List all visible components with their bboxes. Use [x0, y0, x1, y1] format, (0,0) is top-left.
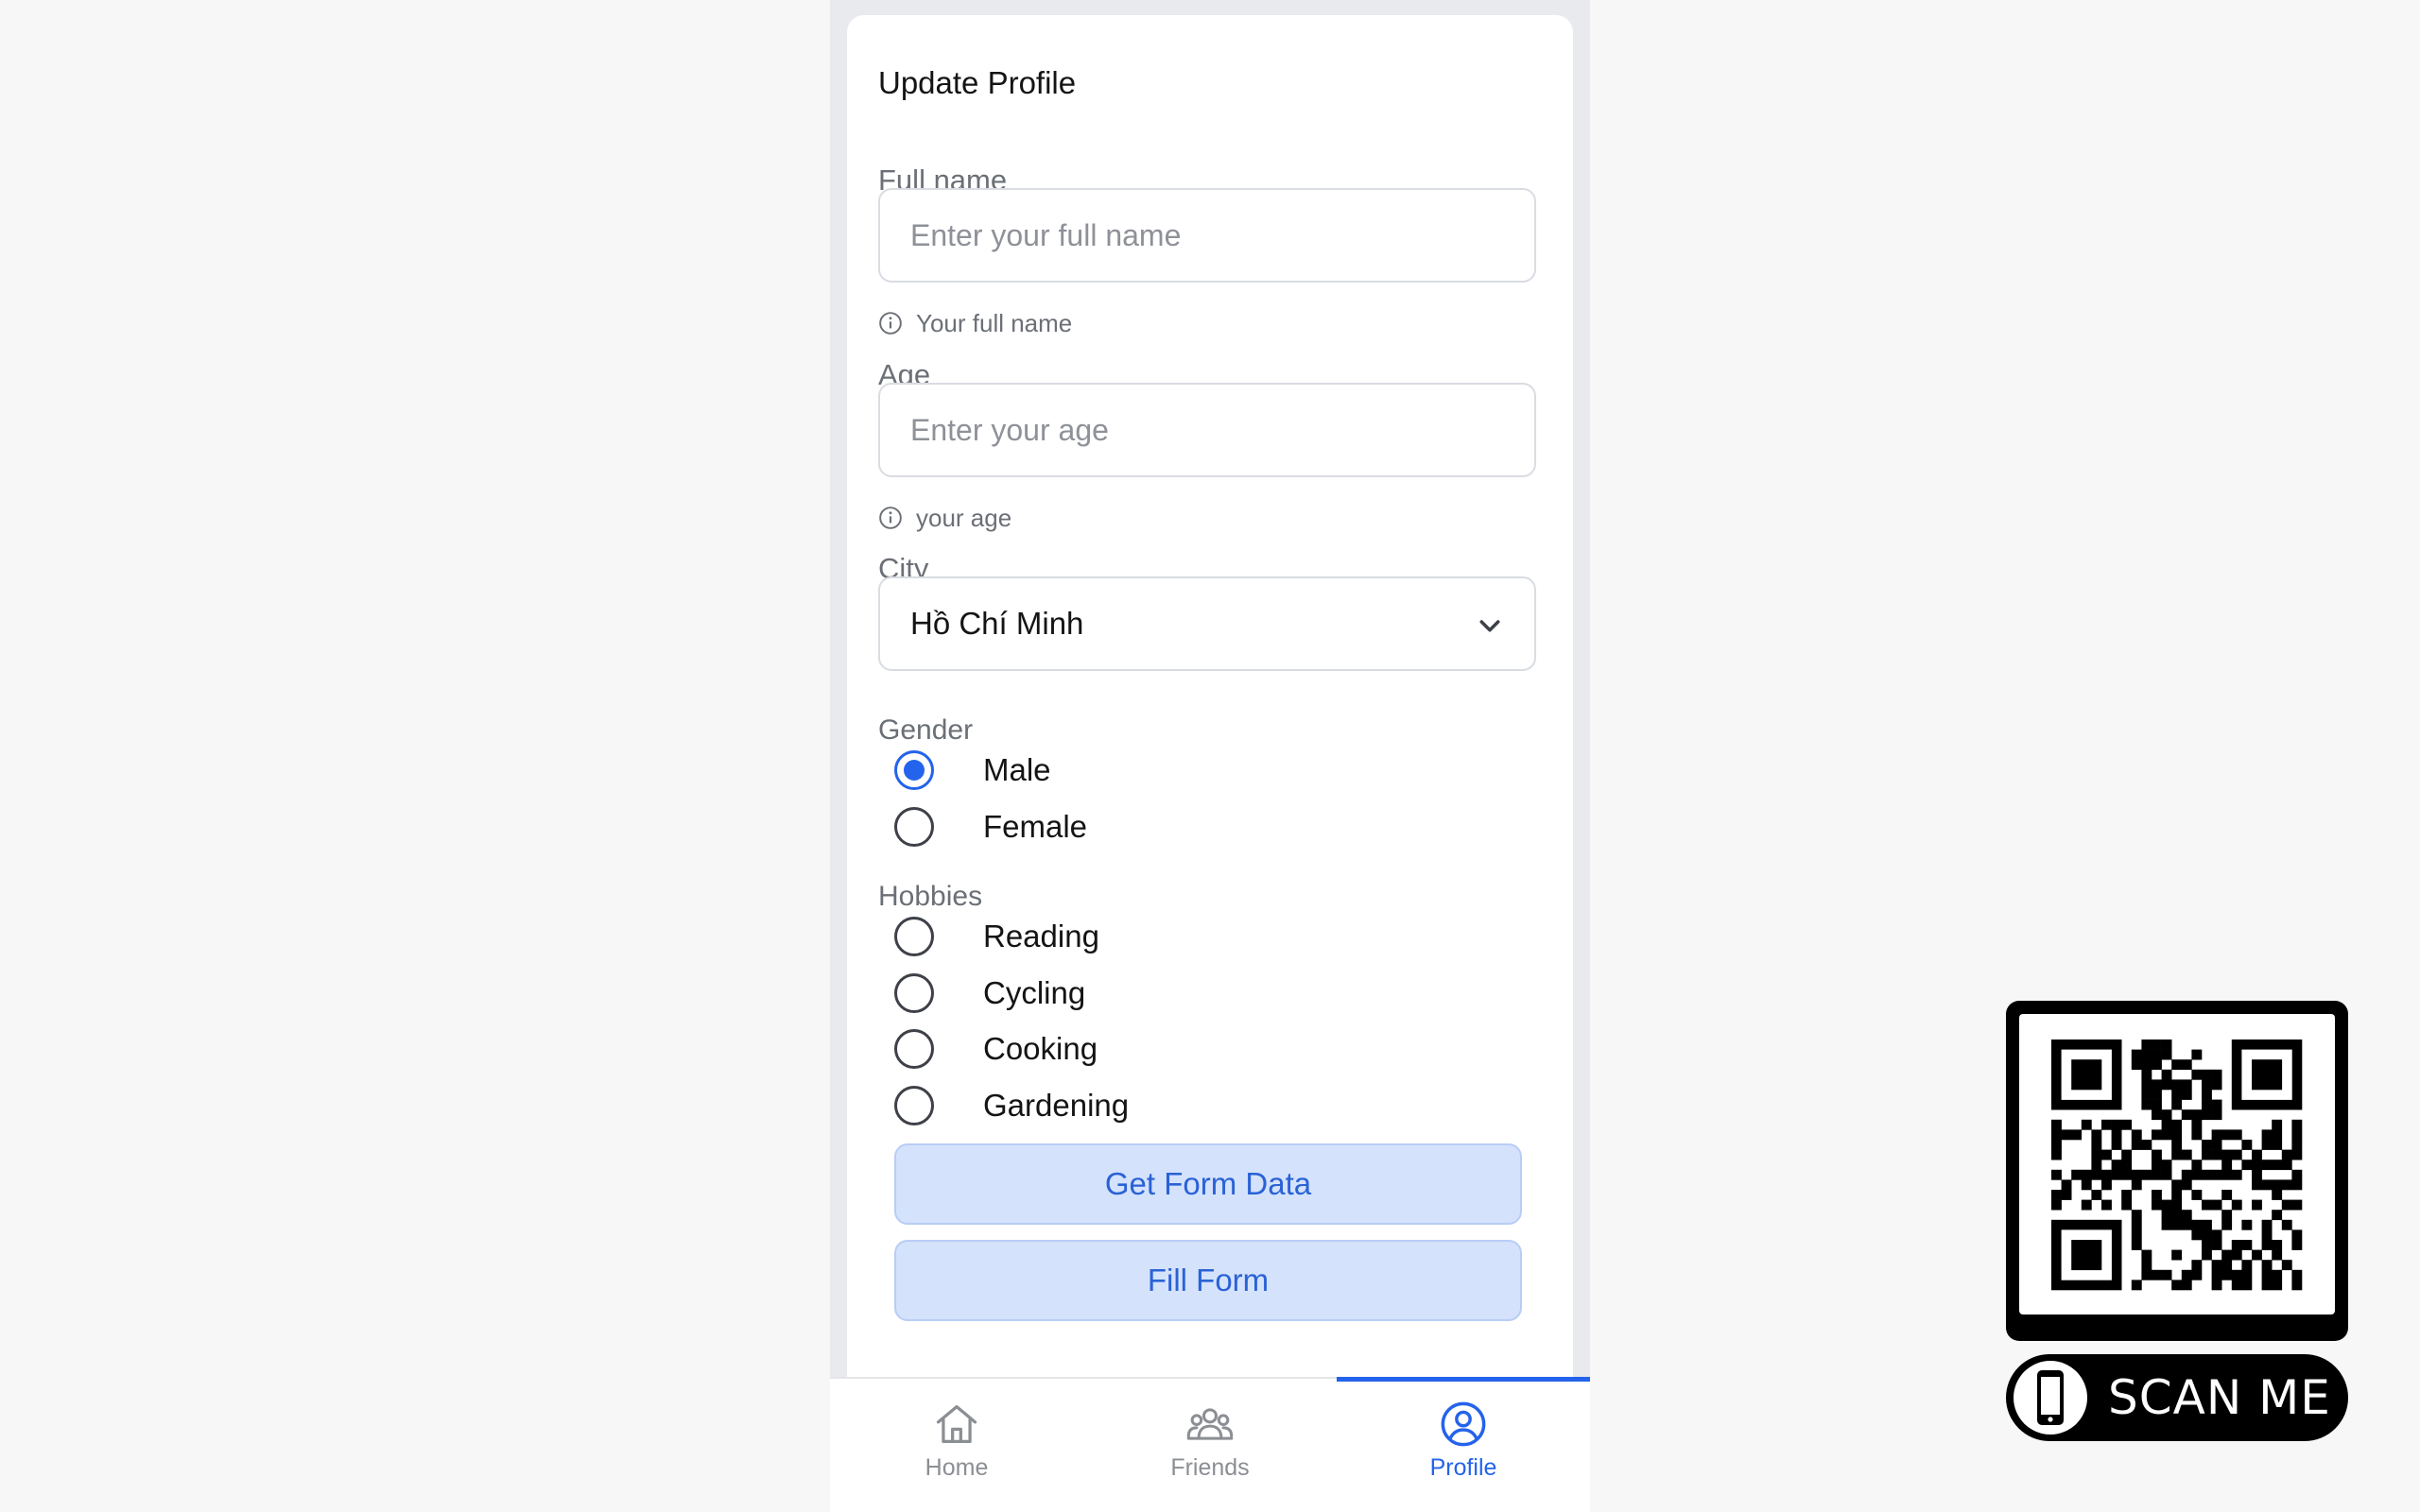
radio-button[interactable]: [894, 750, 934, 790]
nav-label: Profile: [1429, 1454, 1497, 1481]
city-selected-value: Hồ Chí Minh: [910, 606, 1084, 641]
radio-button[interactable]: [894, 1086, 934, 1125]
city-select[interactable]: Hồ Chí Minh: [878, 576, 1536, 671]
hobby-option-reading[interactable]: Reading: [894, 915, 1099, 958]
scan-me-badge: SCAN ME: [2006, 1354, 2348, 1441]
nav-item-profile[interactable]: Profile: [1337, 1379, 1590, 1512]
update-profile-card: Update Profile Full name Your full name …: [847, 15, 1573, 1433]
fill-form-button[interactable]: Fill Form: [894, 1240, 1522, 1321]
age-input[interactable]: [878, 383, 1536, 477]
full-name-input[interactable]: [878, 188, 1536, 283]
scan-me-label: SCAN ME: [2108, 1370, 2331, 1425]
helper-text: your age: [916, 503, 1012, 532]
page-title: Update Profile: [878, 65, 1077, 100]
helper-text: Your full name: [916, 308, 1073, 337]
hobby-option-cooking[interactable]: Cooking: [894, 1027, 1098, 1071]
nav-item-home[interactable]: Home: [830, 1379, 1083, 1512]
home-icon: [936, 1404, 977, 1444]
radio-button[interactable]: [894, 807, 934, 847]
option-label: Female: [983, 809, 1088, 844]
nav-label: Home: [925, 1454, 989, 1481]
qr-code-frame: [2006, 1001, 2348, 1341]
qr-code[interactable]: [2019, 1014, 2335, 1314]
hobby-option-gardening[interactable]: Gardening: [894, 1084, 1129, 1127]
phone-screen: Update Profile Full name Your full name …: [830, 0, 1590, 1512]
hobbies-label: Hobbies: [878, 881, 983, 912]
qr-code-pattern: [2051, 1040, 2303, 1291]
radio-button[interactable]: [894, 917, 934, 956]
option-label: Cooking: [983, 1031, 1098, 1066]
profile-icon: [1441, 1401, 1486, 1447]
option-label: Cycling: [983, 975, 1086, 1010]
smartphone-icon: [2037, 1370, 2064, 1425]
age-helper: your age: [878, 504, 1011, 532]
option-label: Gardening: [983, 1088, 1130, 1123]
hobby-option-cycling[interactable]: Cycling: [894, 971, 1085, 1015]
chevron-down-icon: [1479, 620, 1500, 632]
radio-button[interactable]: [894, 973, 934, 1013]
phone-circle: [2014, 1361, 2087, 1435]
full-name-helper: Your full name: [878, 309, 1072, 337]
nav-label: Friends: [1170, 1454, 1250, 1481]
gender-option-male[interactable]: Male: [894, 748, 1051, 792]
gender-option-female[interactable]: Female: [894, 805, 1087, 849]
gender-label: Gender: [878, 714, 974, 746]
option-label: Reading: [983, 919, 1099, 954]
friends-icon: [1186, 1408, 1234, 1440]
bottom-nav: Home Friends Profile: [830, 1377, 1590, 1512]
option-label: Male: [983, 752, 1051, 787]
radio-button[interactable]: [894, 1029, 934, 1069]
info-icon: [879, 507, 902, 529]
info-icon: [879, 312, 902, 335]
nav-item-friends[interactable]: Friends: [1083, 1379, 1337, 1512]
get-form-data-button[interactable]: Get Form Data: [894, 1143, 1522, 1225]
